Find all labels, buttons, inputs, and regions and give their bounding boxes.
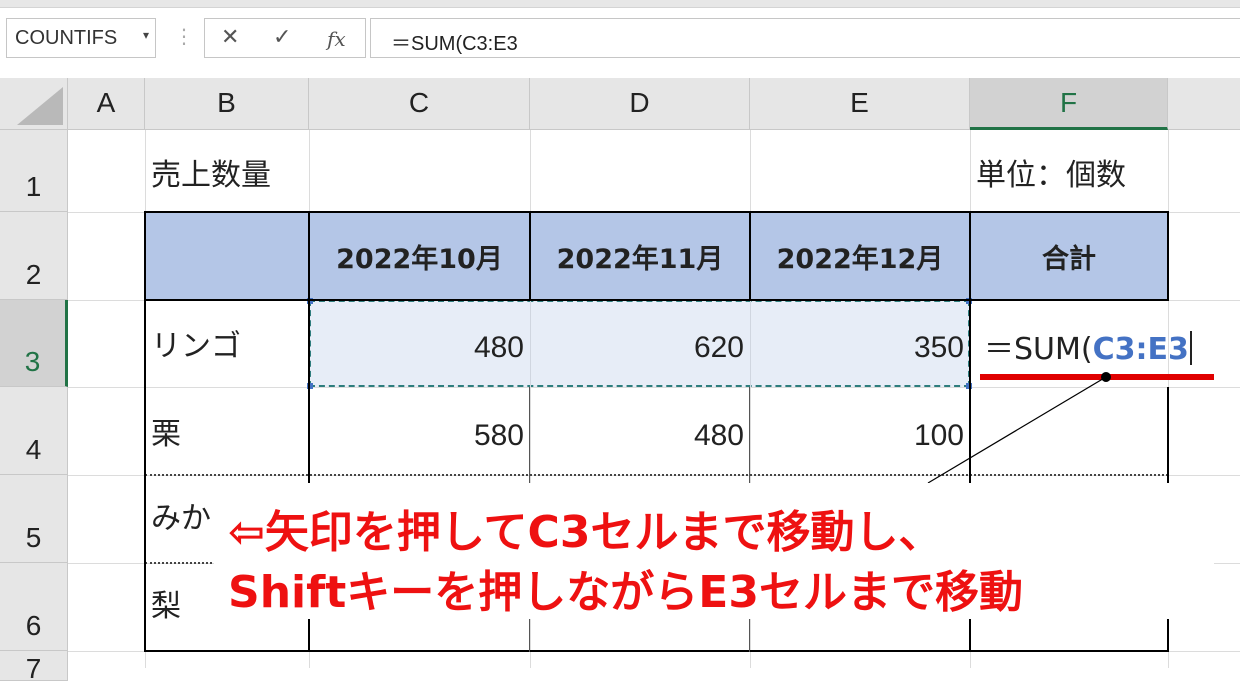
annotation-line-2: Shiftキーを押しながらE3セルまで移動 [228, 567, 1023, 618]
annotation-line-1: ⇦矢印を押してC3セルまで移動し、 [228, 507, 943, 558]
